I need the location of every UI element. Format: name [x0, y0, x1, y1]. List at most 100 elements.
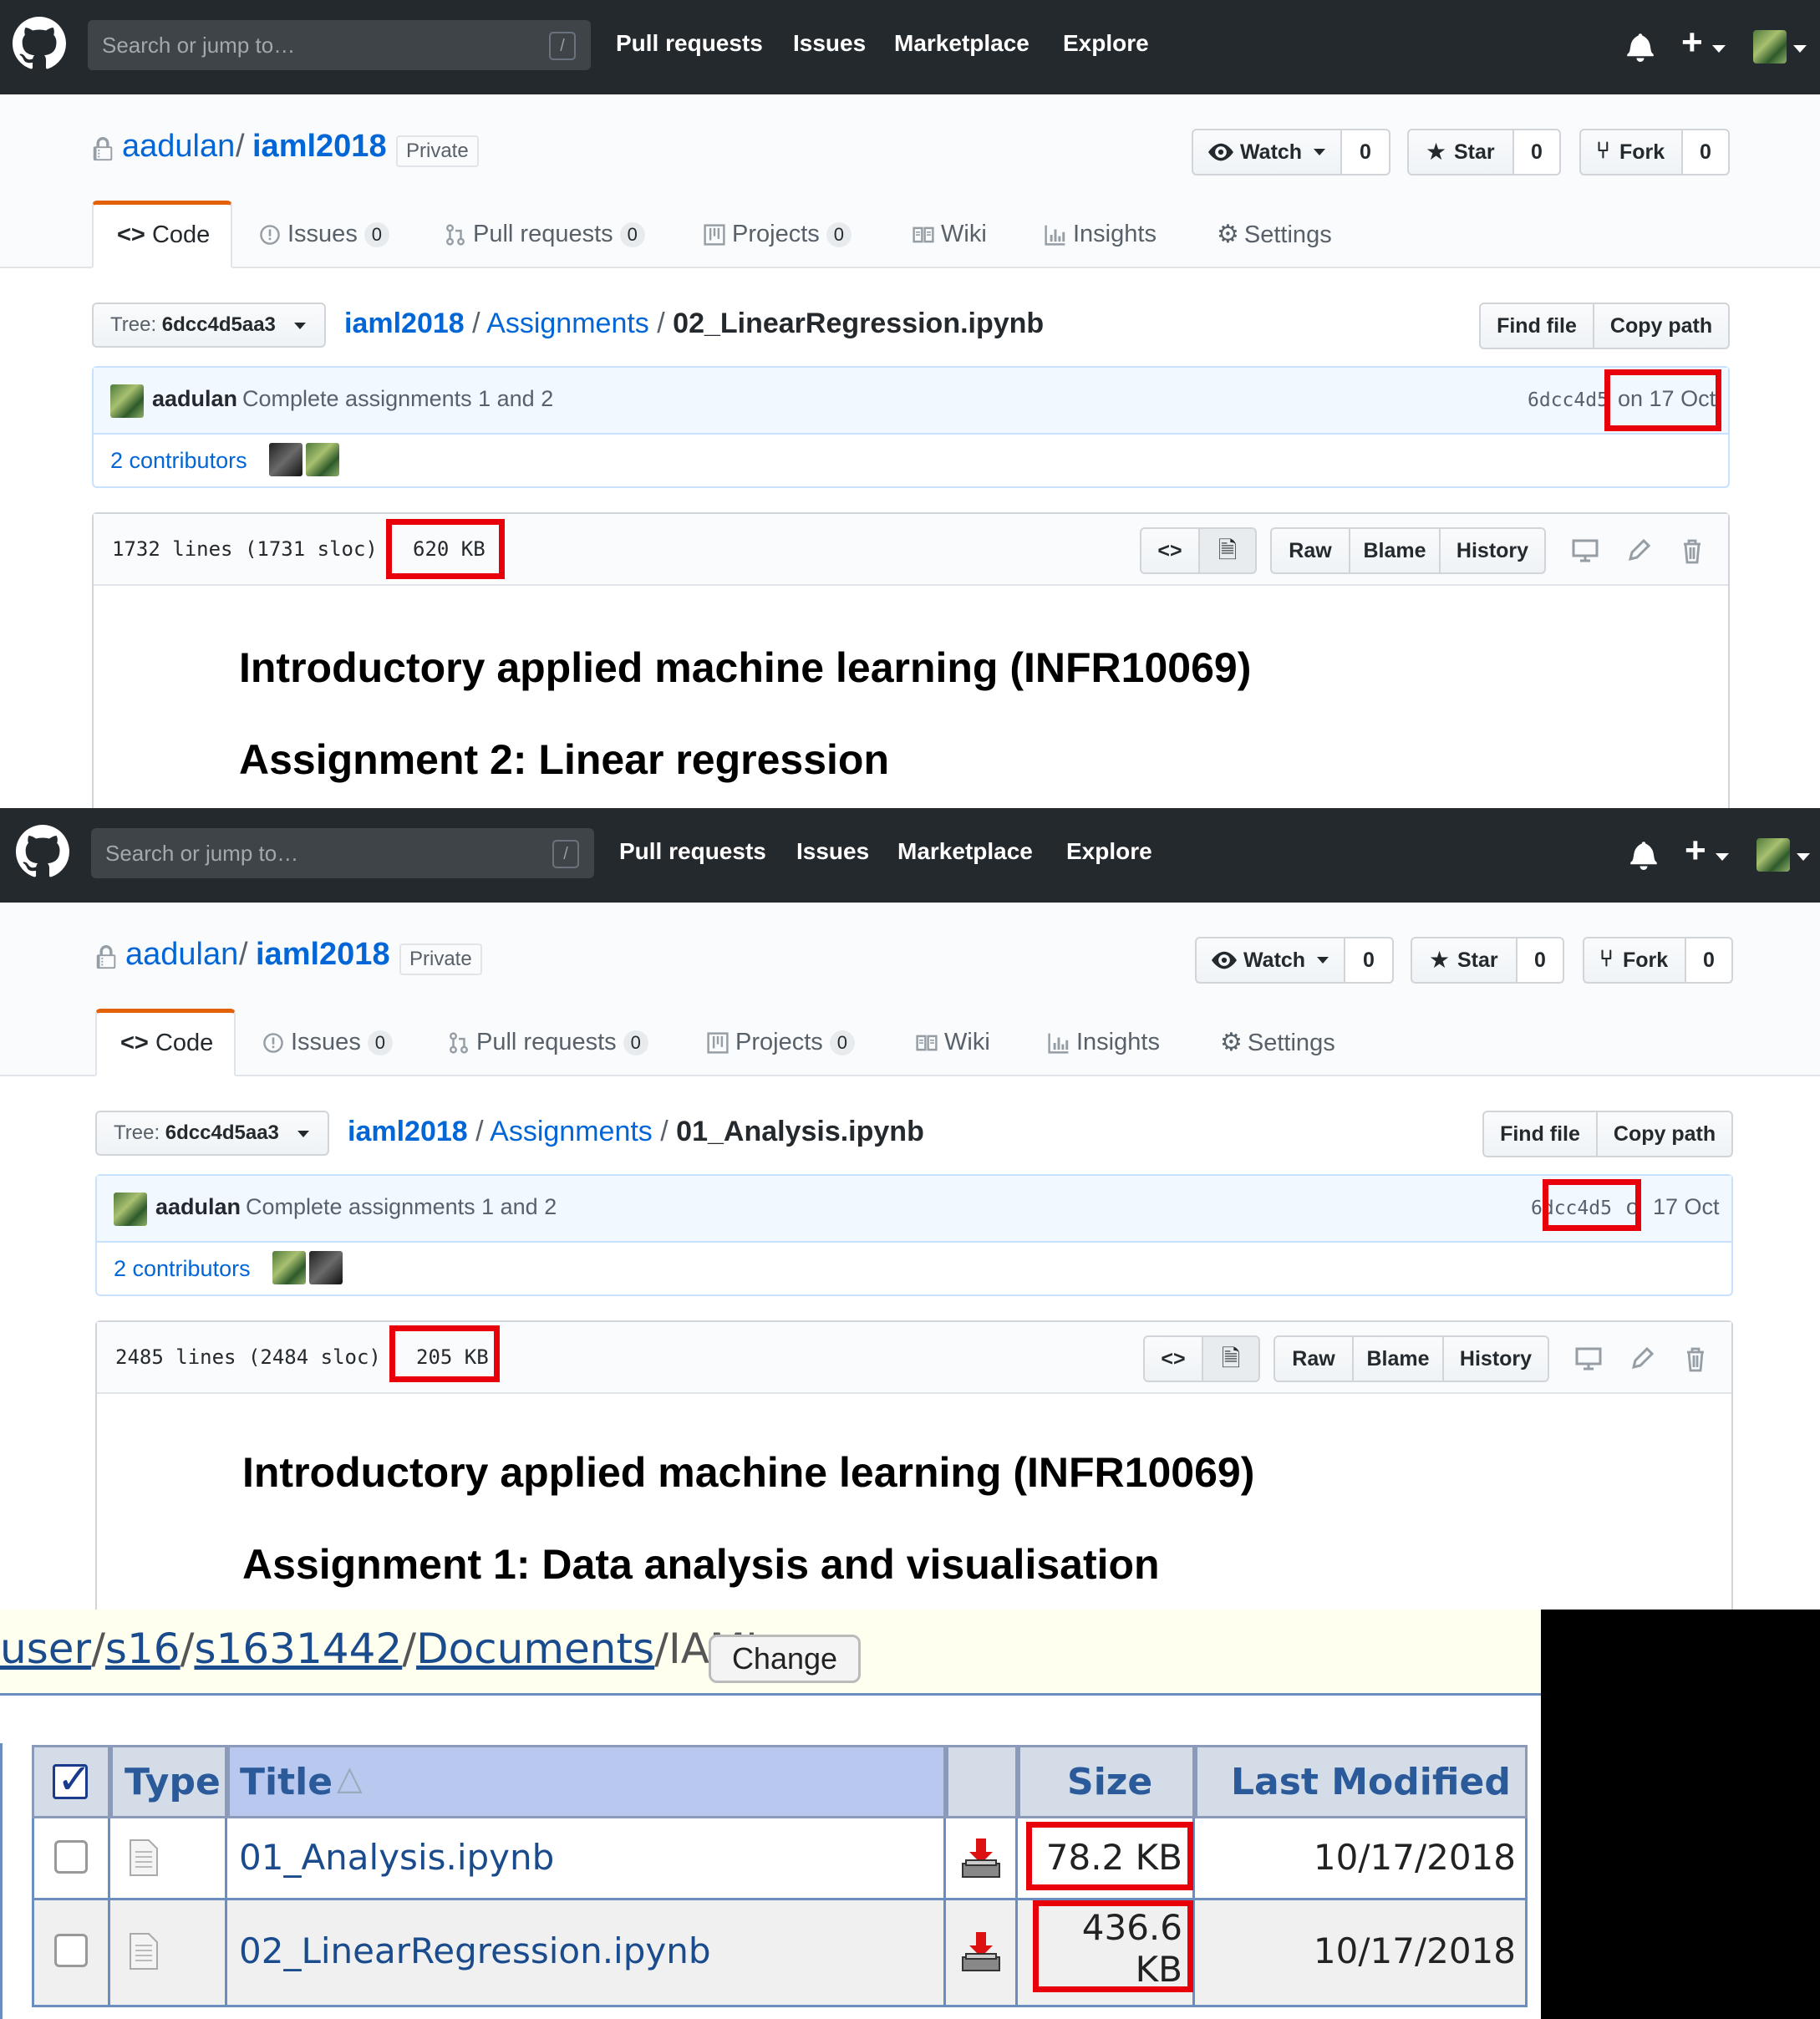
nav-pull-requests[interactable]: Pull requests	[619, 838, 766, 865]
commit-message-link[interactable]: Complete assignments 1 and 2	[246, 1194, 557, 1220]
nav-pull-requests[interactable]: Pull requests	[616, 30, 763, 57]
desktop-icon[interactable]	[1571, 537, 1599, 564]
download-icon[interactable]	[958, 1835, 1004, 1882]
copy-path-button[interactable]: Copy path	[1596, 1111, 1733, 1157]
rendered-view-button[interactable]: 🗎	[1198, 527, 1257, 574]
breadcrumb-repo-link[interactable]: iaml2018	[348, 1116, 468, 1147]
tab-settings[interactable]: ⚙ Settings	[1217, 201, 1332, 268]
commit-author-link[interactable]: aadulan	[155, 1194, 241, 1220]
tab-issues[interactable]: Issues 0	[259, 201, 389, 268]
commit-message-link[interactable]: Complete assignments 1 and 2	[242, 386, 553, 412]
breadcrumb-repo-link[interactable]: iaml2018	[344, 308, 465, 339]
contributor-avatar[interactable]	[306, 443, 339, 476]
modified-column-header[interactable]: Last Modified	[1195, 1745, 1528, 1818]
user-avatar[interactable]	[1753, 30, 1787, 64]
commit-sha-link[interactable]: 6dcc4d5	[1528, 389, 1609, 411]
file-name-link[interactable]: 01_Analysis.ipynb	[239, 1837, 554, 1878]
blame-button[interactable]: Blame	[1352, 1335, 1444, 1382]
tab-code[interactable]: <> Code	[95, 1009, 236, 1076]
github-logo-icon[interactable]	[13, 17, 66, 70]
breadcrumb-folder-link[interactable]: Assignments	[486, 308, 649, 339]
watch-count[interactable]: 0	[1342, 129, 1390, 175]
contributors-link[interactable]: 2 contributors	[110, 448, 247, 474]
fork-count[interactable]: 0	[1683, 129, 1730, 175]
tab-issues[interactable]: Issues 0	[262, 1009, 393, 1076]
plus-icon[interactable]: +	[1681, 22, 1703, 64]
star-count[interactable]: 0	[1518, 937, 1564, 984]
size-column-header[interactable]: Size	[1018, 1745, 1195, 1818]
branch-select-button[interactable]: Tree: 6dcc4d5aa3	[95, 1111, 329, 1156]
title-column-header[interactable]: Title △	[227, 1745, 946, 1818]
copy-path-button[interactable]: Copy path	[1593, 303, 1730, 349]
nav-explore[interactable]: Explore	[1063, 30, 1149, 57]
pencil-icon[interactable]	[1624, 537, 1653, 564]
path-link-user[interactable]: user	[0, 1625, 91, 1673]
user-avatar[interactable]	[1756, 838, 1790, 872]
nav-issues[interactable]: Issues	[796, 838, 869, 865]
tab-code[interactable]: <> Code	[92, 201, 232, 268]
tab-settings[interactable]: ⚙ Settings	[1220, 1009, 1335, 1076]
search-input[interactable]: Search or jump to… /	[91, 828, 594, 878]
find-file-button[interactable]: Find file	[1479, 303, 1594, 349]
rendered-view-button[interactable]: 🗎	[1202, 1335, 1260, 1382]
plus-icon[interactable]: +	[1685, 830, 1706, 872]
star-count[interactable]: 0	[1514, 129, 1561, 175]
history-button[interactable]: History	[1442, 1335, 1549, 1382]
trash-icon[interactable]	[1681, 1345, 1710, 1372]
type-column-header[interactable]: Type	[110, 1745, 227, 1818]
branch-select-button[interactable]: Tree: 6dcc4d5aa3	[92, 303, 326, 348]
fork-button[interactable]: ⑂ Fork	[1583, 937, 1686, 984]
download-icon[interactable]	[958, 1929, 1004, 1976]
source-view-button[interactable]: <>	[1140, 527, 1200, 574]
pencil-icon[interactable]	[1628, 1345, 1656, 1372]
watch-button[interactable]: Watch	[1192, 129, 1342, 175]
contributor-avatar[interactable]	[269, 443, 302, 476]
path-link-documents[interactable]: Documents	[416, 1625, 654, 1673]
path-link-s16[interactable]: s16	[105, 1625, 180, 1673]
source-view-button[interactable]: <>	[1143, 1335, 1203, 1382]
tab-pull-requests[interactable]: Pull requests 0	[448, 1009, 648, 1076]
bell-icon[interactable]	[1626, 32, 1655, 62]
contributor-avatar[interactable]	[309, 1251, 343, 1284]
select-all-checkbox[interactable]: ✓	[53, 1756, 92, 1803]
breadcrumb-folder-link[interactable]: Assignments	[490, 1116, 653, 1147]
trash-icon[interactable]	[1678, 537, 1706, 564]
file-name-link[interactable]: 02_LinearRegression.ipynb	[239, 1930, 711, 1971]
blame-button[interactable]: Blame	[1349, 527, 1441, 574]
file-row[interactable]: 02_LinearRegression.ipynb 436.6 KB 10/17…	[32, 1900, 1528, 2007]
desktop-icon[interactable]	[1574, 1345, 1603, 1372]
commit-author-avatar[interactable]	[114, 1193, 147, 1226]
row-checkbox[interactable]	[54, 1934, 88, 1967]
find-file-button[interactable]: Find file	[1482, 1111, 1598, 1157]
repo-name-link[interactable]: iaml2018	[252, 129, 387, 165]
contributor-avatar[interactable]	[272, 1251, 306, 1284]
tab-wiki[interactable]: Wiki	[913, 201, 987, 268]
nav-explore[interactable]: Explore	[1066, 838, 1152, 865]
bell-icon[interactable]	[1629, 840, 1658, 870]
commit-author-avatar[interactable]	[110, 384, 144, 418]
fork-count[interactable]: 0	[1686, 937, 1733, 984]
nav-marketplace[interactable]: Marketplace	[897, 838, 1033, 865]
search-input[interactable]: Search or jump to… /	[88, 20, 591, 70]
row-checkbox[interactable]	[54, 1840, 88, 1874]
repo-name-link[interactable]: iaml2018	[256, 937, 390, 973]
repo-owner-link[interactable]: aadulan	[122, 129, 235, 165]
raw-button[interactable]: Raw	[1273, 1335, 1354, 1382]
watch-count[interactable]: 0	[1345, 937, 1394, 984]
tab-insights[interactable]: Insights	[1048, 1009, 1160, 1076]
nav-marketplace[interactable]: Marketplace	[894, 30, 1029, 57]
path-link-student[interactable]: s1631442	[194, 1625, 402, 1673]
tab-insights[interactable]: Insights	[1045, 201, 1157, 268]
file-row[interactable]: 01_Analysis.ipynb 78.2 KB 10/17/2018	[32, 1818, 1528, 1900]
tab-pull-requests[interactable]: Pull requests 0	[445, 201, 645, 268]
repo-owner-link[interactable]: aadulan	[125, 937, 238, 973]
star-button[interactable]: ★ Star	[1411, 937, 1518, 984]
watch-button[interactable]: Watch	[1195, 937, 1345, 984]
contributors-link[interactable]: 2 contributors	[114, 1256, 251, 1282]
history-button[interactable]: History	[1439, 527, 1546, 574]
tab-projects[interactable]: Projects 0	[707, 1009, 855, 1076]
nav-issues[interactable]: Issues	[793, 30, 866, 57]
tab-projects[interactable]: Projects 0	[704, 201, 852, 268]
tab-wiki[interactable]: Wiki	[916, 1009, 990, 1076]
fork-button[interactable]: ⑂ Fork	[1579, 129, 1683, 175]
